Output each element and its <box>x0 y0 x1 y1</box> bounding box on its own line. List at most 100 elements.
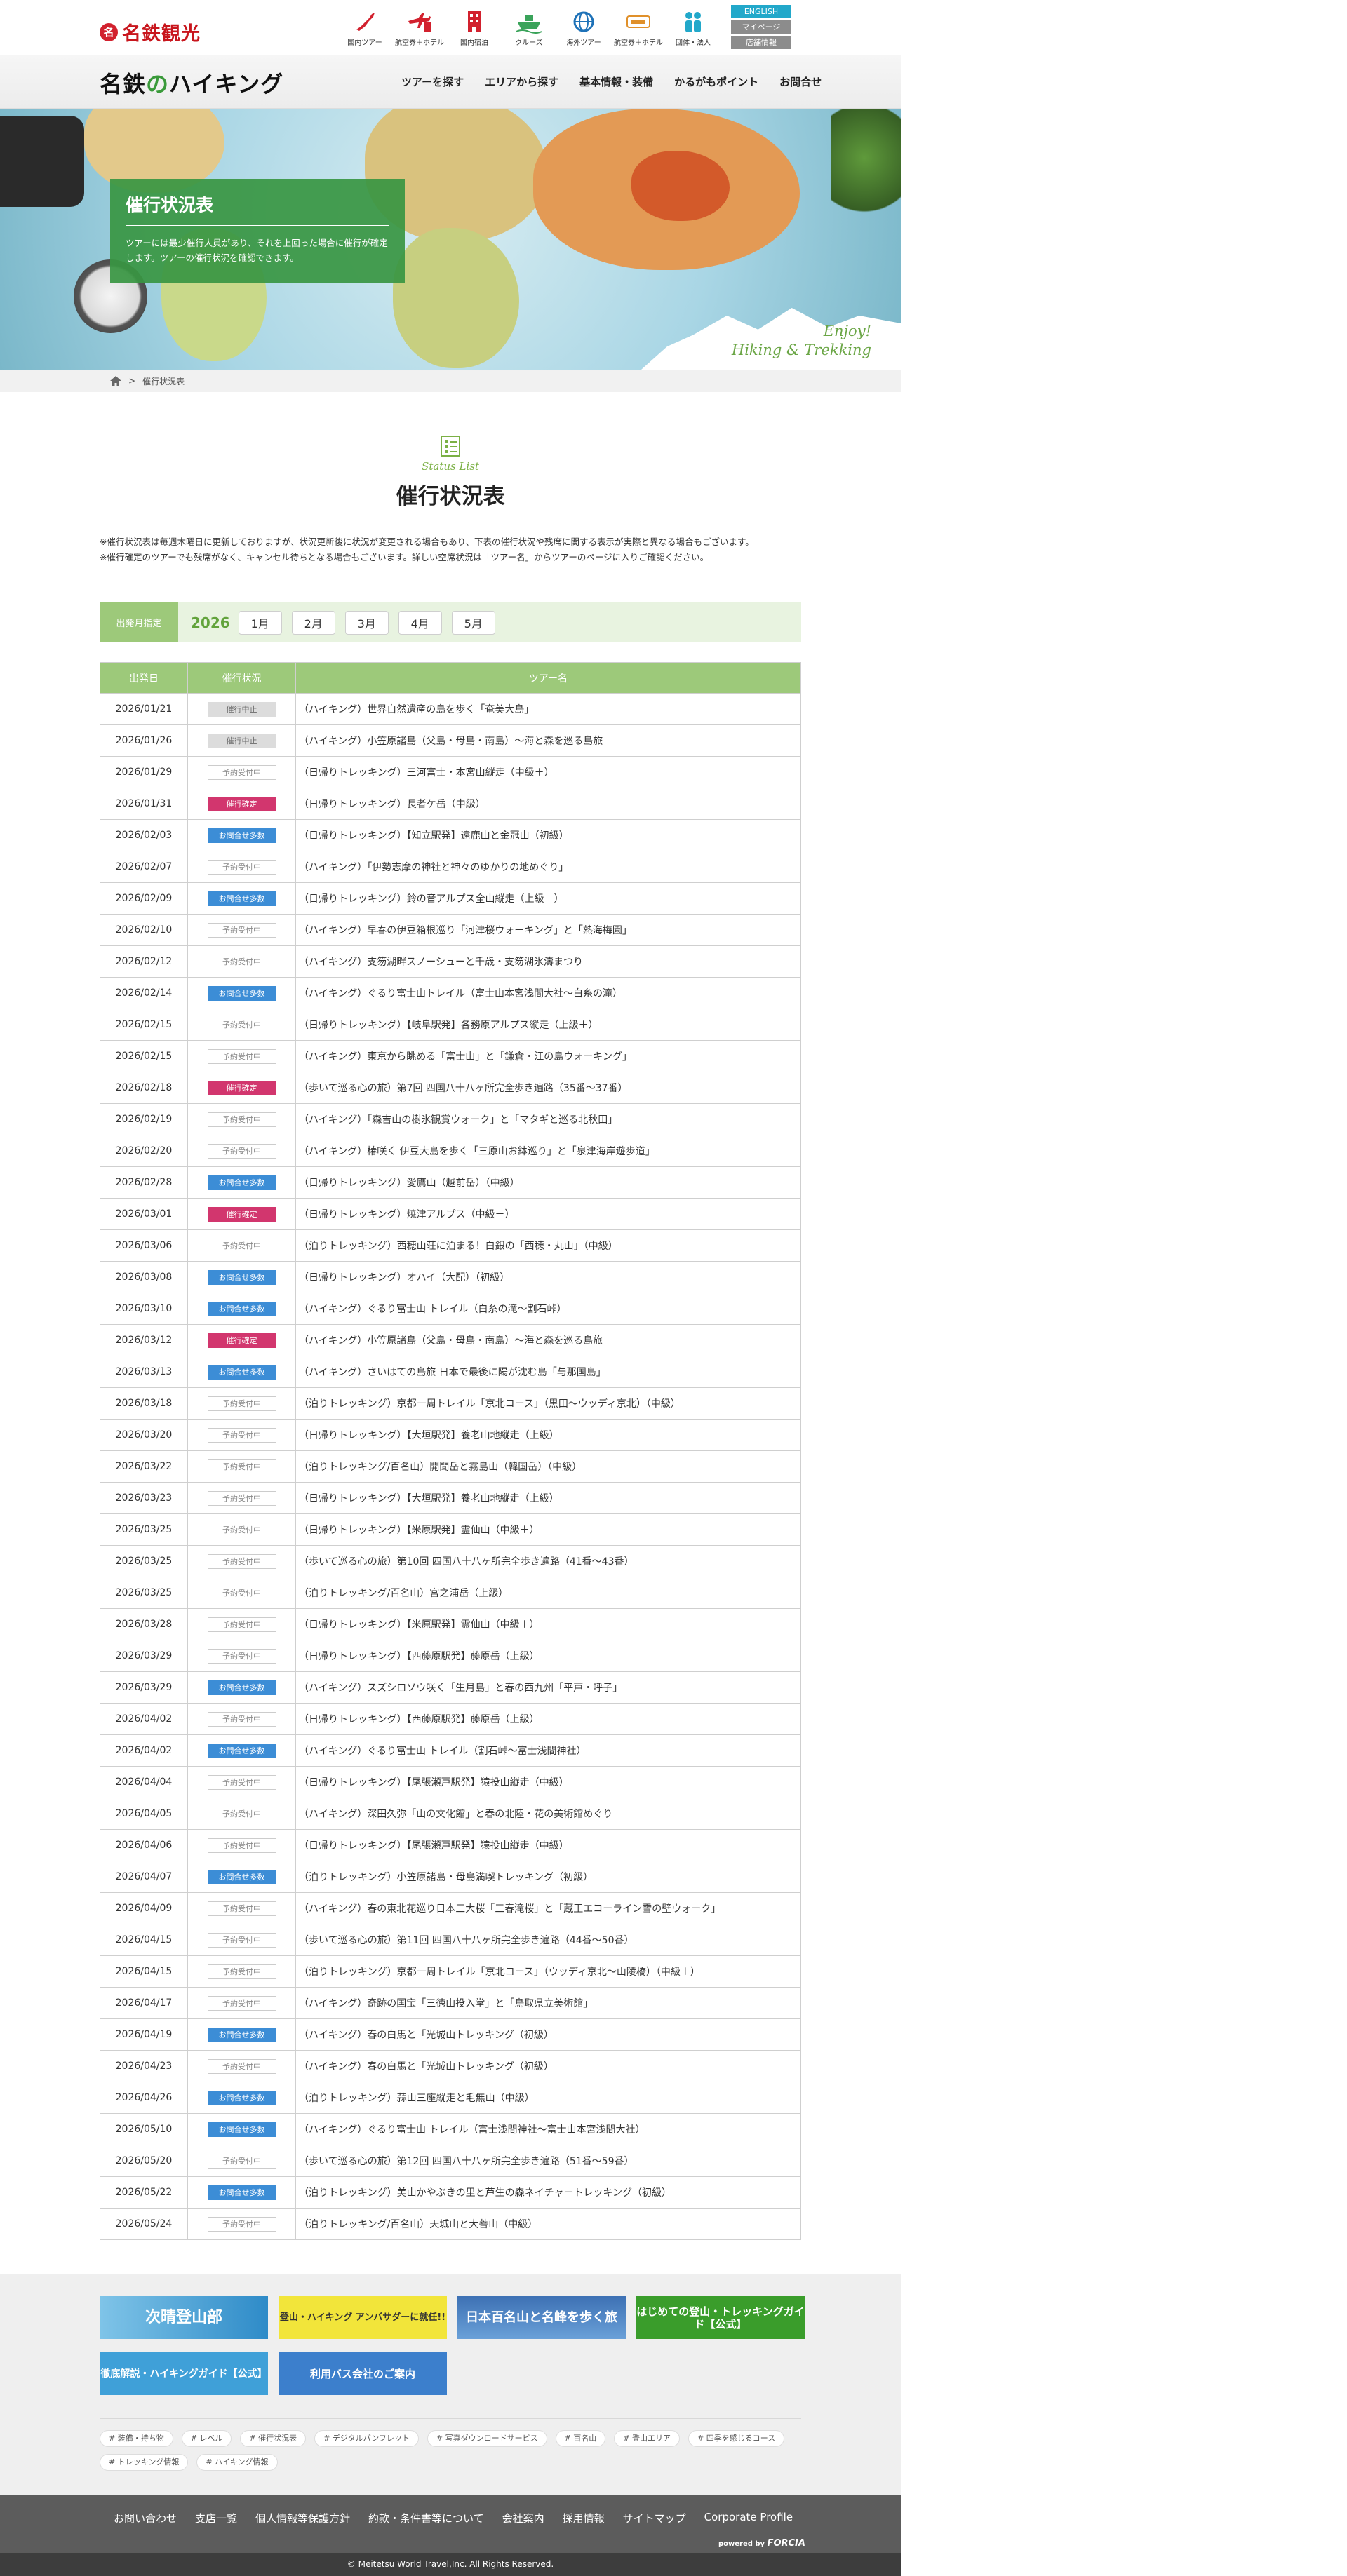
brand-logo[interactable]: 名 名鉄観光 <box>100 18 201 46</box>
month-button-mar[interactable]: 3月 <box>344 610 389 635</box>
mypage-button[interactable]: マイページ <box>731 20 791 34</box>
tag-link[interactable]: # レベル <box>181 2430 232 2447</box>
nav-karugamo-point[interactable]: かるがもポイント <box>674 74 758 89</box>
tour-name-link[interactable]: （日帰りトレッキング）焼津アルプス（中級＋） <box>295 1198 801 1230</box>
footer-link-branches[interactable]: 支店一覧 <box>195 2511 237 2526</box>
service-tabipad[interactable]: 航空券＋ホテル <box>614 10 663 47</box>
service-overseas-tour[interactable]: 海外ツアー <box>560 10 608 47</box>
tour-name-link[interactable]: （日帰りトレッキング）【尾張瀬戸駅発】猿投山縦走（中級） <box>295 1766 801 1798</box>
nav-contact[interactable]: お問合せ <box>779 74 822 89</box>
english-button[interactable]: ENGLISH <box>731 5 791 18</box>
banner-hiking-guide[interactable]: 徹底解説・ハイキングガイド【公式】 <box>100 2352 268 2395</box>
tag-link[interactable]: # デジタルパンフレット <box>314 2430 419 2447</box>
tag-link[interactable]: # ハイキング情報 <box>196 2454 278 2471</box>
tour-name-link[interactable]: （歩いて巡る心の旅）第7回 四国八十八ヶ所完全歩き遍路（35番～37番） <box>295 1072 801 1104</box>
tour-name-link[interactable]: （泊りトレッキング）蒜山三座縦走と毛無山（中級） <box>295 2082 801 2114</box>
tour-name-link[interactable]: （日帰りトレッキング）【米原駅発】霊仙山（中級＋） <box>295 1608 801 1640</box>
banner-bus-company[interactable]: 利用バス会社のご案内 <box>279 2352 447 2395</box>
tour-name-link[interactable]: （日帰りトレッキング）【西藤原駅発】藤原岳（上級） <box>295 1703 801 1735</box>
tour-name-link[interactable]: （ハイキング）東京から眺める「富士山」と「鎌倉・江の島ウォーキング」 <box>295 1040 801 1072</box>
banner-hyakumeizan[interactable]: 日本百名山と名峰を歩く旅 <box>457 2296 626 2339</box>
tour-name-link[interactable]: （ハイキング）奇跡の国宝「三徳山投入堂」と「鳥取県立美術館」 <box>295 1987 801 2019</box>
month-button-may[interactable]: 5月 <box>451 610 495 635</box>
departure-date: 2026/03/18 <box>100 1387 188 1420</box>
service-air-hotel[interactable]: 航空券＋ホテル <box>395 10 444 47</box>
tour-name-link[interactable]: （歩いて巡る心の旅）第12回 四国八十八ヶ所完全歩き遍路（51番～59番） <box>295 2145 801 2177</box>
tour-name-link[interactable]: （日帰りトレッキング）【大垣駅発】養老山地縦走（上級） <box>295 1419 801 1451</box>
tag-link[interactable]: # 百名山 <box>555 2430 606 2447</box>
service-domestic-stay[interactable]: 国内宿泊 <box>450 10 498 47</box>
tag-link[interactable]: # 四季を感じるコース <box>688 2430 785 2447</box>
footer-link-recruit[interactable]: 採用情報 <box>563 2511 605 2526</box>
month-button-jan[interactable]: 1月 <box>238 610 282 635</box>
tour-name-link[interactable]: （ハイキング）椿咲く 伊豆大島を歩く「三原山お鉢巡り」と「泉津海岸遊歩道」 <box>295 1135 801 1167</box>
tour-name-link[interactable]: （ハイキング）支笏湖畔スノーシューと千歳・支笏湖氷濤まつり <box>295 945 801 978</box>
tour-name-link[interactable]: （泊りトレッキング）小笠原諸島・母島満喫トレッキング（初級） <box>295 1861 801 1893</box>
tag-link[interactable]: # 写真ダウンロードサービス <box>427 2430 547 2447</box>
banner-ambassador[interactable]: 登山・ハイキング アンバサダーに就任!! <box>279 2296 447 2339</box>
banner-beginner-guide[interactable]: はじめての登山・トレッキングガイド【公式】 <box>636 2296 805 2339</box>
nav-basics-gear[interactable]: 基本情報・装備 <box>579 74 653 89</box>
tour-name-link[interactable]: （泊りトレッキング/百名山）宮之浦岳（上級） <box>295 1577 801 1609</box>
tour-name-link[interactable]: （ハイキング）世界自然遺産の島を歩く「奄美大島」 <box>295 693 801 725</box>
tour-name-link[interactable]: （日帰りトレッキング）【知立駅発】遠鹿山と金冠山（初級） <box>295 819 801 851</box>
tour-name-link[interactable]: （ハイキング）春の白馬と「光城山トレッキング（初級） <box>295 2050 801 2082</box>
nav-search-area[interactable]: エリアから探す <box>485 74 558 89</box>
tour-name-link[interactable]: （ハイキング）ぐるり富士山 トレイル（白糸の滝～割石峠） <box>295 1293 801 1325</box>
tour-name-link[interactable]: （ハイキング）「森吉山の樹氷観賞ウォーク」と「マタギと巡る北秋田」 <box>295 1103 801 1135</box>
home-icon[interactable] <box>110 376 121 386</box>
tour-name-link[interactable]: （ハイキング）ぐるり富士山 トレイル（富士浅間神社～富士山本宮浅間大社） <box>295 2113 801 2145</box>
tour-name-link[interactable]: （日帰りトレッキング）鈴の音アルプス全山縦走（上級＋） <box>295 882 801 915</box>
tour-name-link[interactable]: （歩いて巡る心の旅）第11回 四国八十八ヶ所完全歩き遍路（44番～50番） <box>295 1924 801 1956</box>
tour-name-link[interactable]: （ハイキング）早春の伊豆箱根巡り「河津桜ウォーキング」と「熱海梅園」 <box>295 914 801 946</box>
tour-name-link[interactable]: （ハイキング）さいはての島旅 日本で最後に陽が沈む島「与那国島」 <box>295 1356 801 1388</box>
tour-name-link[interactable]: （日帰りトレッキング）【岐阜駅発】各務原アルプス縦走（上級＋） <box>295 1009 801 1041</box>
tag-link[interactable]: # トレッキング情報 <box>100 2454 189 2471</box>
banner-tsugiharu[interactable]: 次晴登山部 <box>100 2296 268 2339</box>
nav-search-tour[interactable]: ツアーを探す <box>401 74 464 89</box>
tour-name-link[interactable]: （ハイキング）「伊勢志摩の神社と神々のゆかりの地めぐり」 <box>295 851 801 883</box>
tour-name-link[interactable]: （ハイキング）スズシロソウ咲く「生月島」と春の西九州「平戸・呼子」 <box>295 1671 801 1704</box>
tour-name-link[interactable]: （ハイキング）深田久弥「山の文化館」と春の北陸・花の美術館めぐり <box>295 1798 801 1830</box>
footer-link-privacy[interactable]: 個人情報等保護方針 <box>255 2511 350 2526</box>
tour-name-link[interactable]: （泊りトレッキング）西穂山荘に泊まる！白銀の「西穂・丸山」（中級） <box>295 1229 801 1262</box>
service-domestic-tour[interactable]: 国内ツアー <box>341 10 389 47</box>
footer-link-corporate[interactable]: Corporate Profile <box>704 2511 793 2526</box>
tour-name-link[interactable]: （歩いて巡る心の旅）第10回 四国八十八ヶ所完全歩き遍路（41番～43番） <box>295 1545 801 1577</box>
status-cell: 予約受付中 <box>187 1829 296 1861</box>
tour-name-link[interactable]: （日帰りトレッキング）長者ケ岳（中級） <box>295 788 801 820</box>
tour-name-link[interactable]: （泊りトレッキング/百名山）天城山と大菩山（中級） <box>295 2208 801 2240</box>
footer: 次晴登山部 登山・ハイキング アンバサダーに就任!! 日本百名山と名峰を歩く旅 … <box>0 2274 901 2495</box>
footer-link-contact[interactable]: お問い合わせ <box>114 2511 177 2526</box>
service-group[interactable]: 団体・法人 <box>669 10 717 47</box>
tour-name-link[interactable]: （ハイキング）ぐるり富士山 トレイル（割石峠～富士浅間神社） <box>295 1734 801 1767</box>
tour-name-link[interactable]: （ハイキング）ぐるり富士山トレイル（富士山本宮浅間大社～白糸の滝） <box>295 977 801 1009</box>
month-button-apr[interactable]: 4月 <box>398 610 442 635</box>
tour-name-link[interactable]: （日帰りトレッキング）【尾張瀬戸駅発】猿投山縦走（中級） <box>295 1829 801 1861</box>
tour-name-link[interactable]: （泊りトレッキング/百名山）開聞岳と霧島山（韓国岳）（中級） <box>295 1450 801 1483</box>
tour-name-link[interactable]: （ハイキング）小笠原諸島（父島・母島・南島）～海と森を巡る島旅 <box>295 1324 801 1356</box>
tag-link[interactable]: # 登山エリア <box>614 2430 681 2447</box>
status-cell: 予約受付中 <box>187 1955 296 1988</box>
month-button-feb[interactable]: 2月 <box>291 610 335 635</box>
site-logo[interactable]: 名鉄のハイキング <box>100 67 283 99</box>
footer-link-sitemap[interactable]: サイトマップ <box>623 2511 686 2526</box>
tour-name-link[interactable]: （ハイキング）春の白馬と「光城山トレッキング（初級） <box>295 2018 801 2051</box>
tour-name-link[interactable]: （泊りトレッキング）美山かやぶきの里と芦生の森ネイチャートレッキング（初級） <box>295 2176 801 2209</box>
tour-name-link[interactable]: （日帰りトレッキング）【西藤原駅発】藤原岳（上級） <box>295 1640 801 1672</box>
service-cruise[interactable]: クルーズ <box>505 10 553 47</box>
tour-name-link[interactable]: （泊りトレッキング）京都一周トレイル「京北コース」（ウッディ京北～山陵橋）（中級… <box>295 1955 801 1988</box>
tour-name-link[interactable]: （泊りトレッキング）京都一周トレイル「京北コース」（黒田～ウッディ京北）（中級） <box>295 1387 801 1420</box>
store-info-button[interactable]: 店舗情報 <box>731 36 791 49</box>
tour-name-link[interactable]: （日帰りトレッキング）【大垣駅発】養老山地縦走（上級） <box>295 1482 801 1514</box>
tour-name-link[interactable]: （日帰りトレッキング）【米原駅発】霊仙山（中級＋） <box>295 1513 801 1546</box>
footer-link-terms[interactable]: 約款・条件書等について <box>368 2511 484 2526</box>
tag-link[interactable]: # 催行状況表 <box>240 2430 307 2447</box>
footer-link-company[interactable]: 会社案内 <box>502 2511 544 2526</box>
tour-name-link[interactable]: （日帰りトレッキング）愛鷹山（越前岳）（中級） <box>295 1166 801 1199</box>
tour-name-link[interactable]: （ハイキング）小笠原諸島（父島・母島・南島）～海と森を巡る島旅 <box>295 724 801 757</box>
tour-name-link[interactable]: （日帰りトレッキング）三河富士・本宮山縦走（中級＋） <box>295 756 801 788</box>
tag-link[interactable]: # 装備・持ち物 <box>100 2430 173 2447</box>
tour-name-link[interactable]: （ハイキング）春の東北花巡り日本三大桜「三春滝桜」と「蔵王エコーライン雪の壁ウォ… <box>295 1892 801 1924</box>
tour-name-link[interactable]: （日帰りトレッキング）オハイ（大配）（初級） <box>295 1261 801 1293</box>
